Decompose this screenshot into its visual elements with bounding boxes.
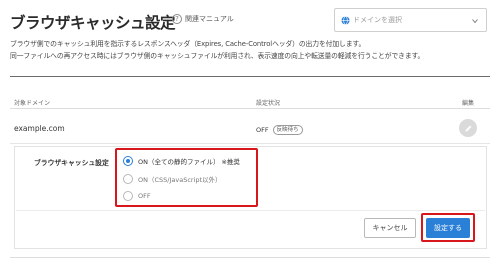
status-badge: 反映待ち: [272, 125, 303, 135]
option-note: ※推奨: [221, 158, 240, 166]
manual-link-label: 関連マニュアル: [185, 15, 234, 23]
radio-button-checked[interactable]: [123, 156, 133, 166]
row-domain-name: example.com: [14, 124, 65, 133]
option-label: ON（CSS/JavaScript以外）: [138, 176, 222, 184]
panel-divider: [16, 210, 485, 211]
setting-label: ブラウザキャッシュ設定: [34, 159, 109, 167]
table-bottom-divider: [10, 257, 490, 258]
status-value: OFF: [256, 126, 269, 134]
column-header-status: 設定状況: [256, 100, 281, 107]
chevron-down-icon: [472, 19, 478, 24]
option-label: OFF: [138, 192, 151, 200]
question-circle-icon: ?: [172, 14, 182, 24]
radio-button[interactable]: [123, 191, 133, 201]
globe-icon: [341, 15, 350, 25]
description-line-1: ブラウザ側でのキャッシュ利用を指示するレスポンスヘッダ（Expires, Cac…: [10, 40, 366, 48]
section-divider: [10, 76, 490, 77]
edit-button[interactable]: [459, 119, 477, 137]
domain-select[interactable]: ドメインを選択: [334, 8, 487, 32]
table-header-divider: [10, 108, 490, 109]
manual-link[interactable]: ? 関連マニュアル: [172, 14, 234, 24]
table-row-divider: [10, 143, 490, 144]
row-status: OFF 反映待ち: [256, 125, 303, 135]
radio-option-on-all[interactable]: ON（全ての静的ファイル） ※推奨: [123, 156, 240, 166]
save-button[interactable]: 設定する: [426, 218, 470, 238]
domain-select-placeholder: ドメインを選択: [353, 16, 402, 24]
radio-option-on-except-css-js[interactable]: ON（CSS/JavaScript以外）: [123, 174, 222, 184]
column-header-edit: 編集: [462, 100, 475, 107]
cancel-button[interactable]: キャンセル: [364, 218, 416, 238]
radio-option-off[interactable]: OFF: [123, 191, 151, 201]
page-title: ブラウザキャッシュ設定: [10, 14, 176, 32]
radio-button[interactable]: [123, 174, 133, 184]
pencil-icon: [464, 125, 471, 132]
option-label: ON（全ての静的ファイル）: [138, 158, 220, 166]
description-line-2: 同一ファイルへの再アクセス時にはブラウザ側のキャッシュファイルが利用され、表示速…: [10, 52, 425, 60]
column-header-domain: 対象ドメイン: [14, 100, 51, 107]
